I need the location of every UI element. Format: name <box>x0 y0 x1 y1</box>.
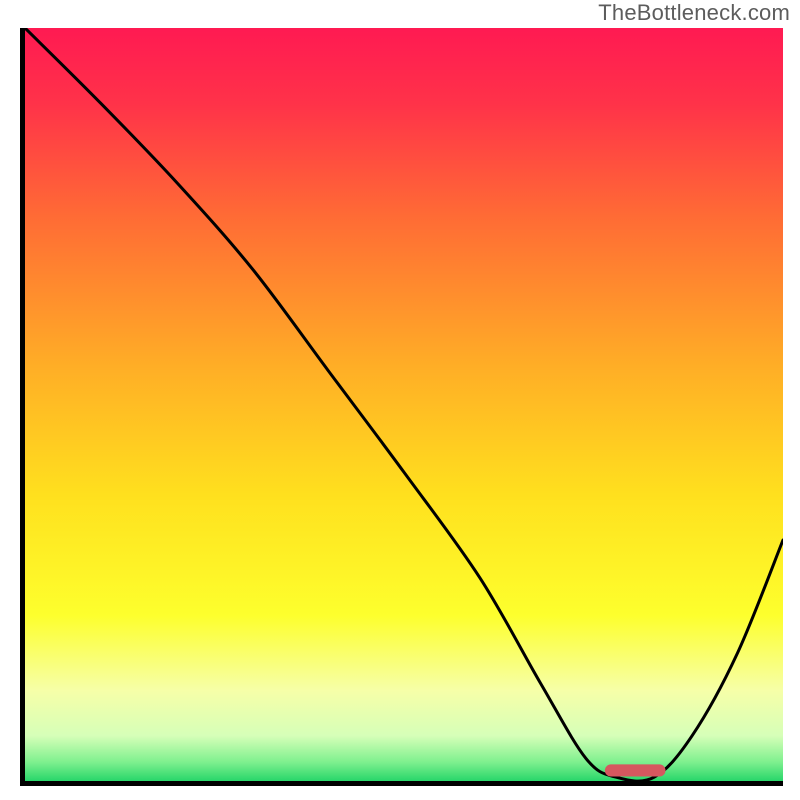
optimal-marker <box>605 764 666 776</box>
chart-svg <box>25 28 783 781</box>
watermark-text: TheBottleneck.com <box>598 0 790 26</box>
plot-area <box>25 28 783 781</box>
chart-axes-frame <box>20 28 783 786</box>
